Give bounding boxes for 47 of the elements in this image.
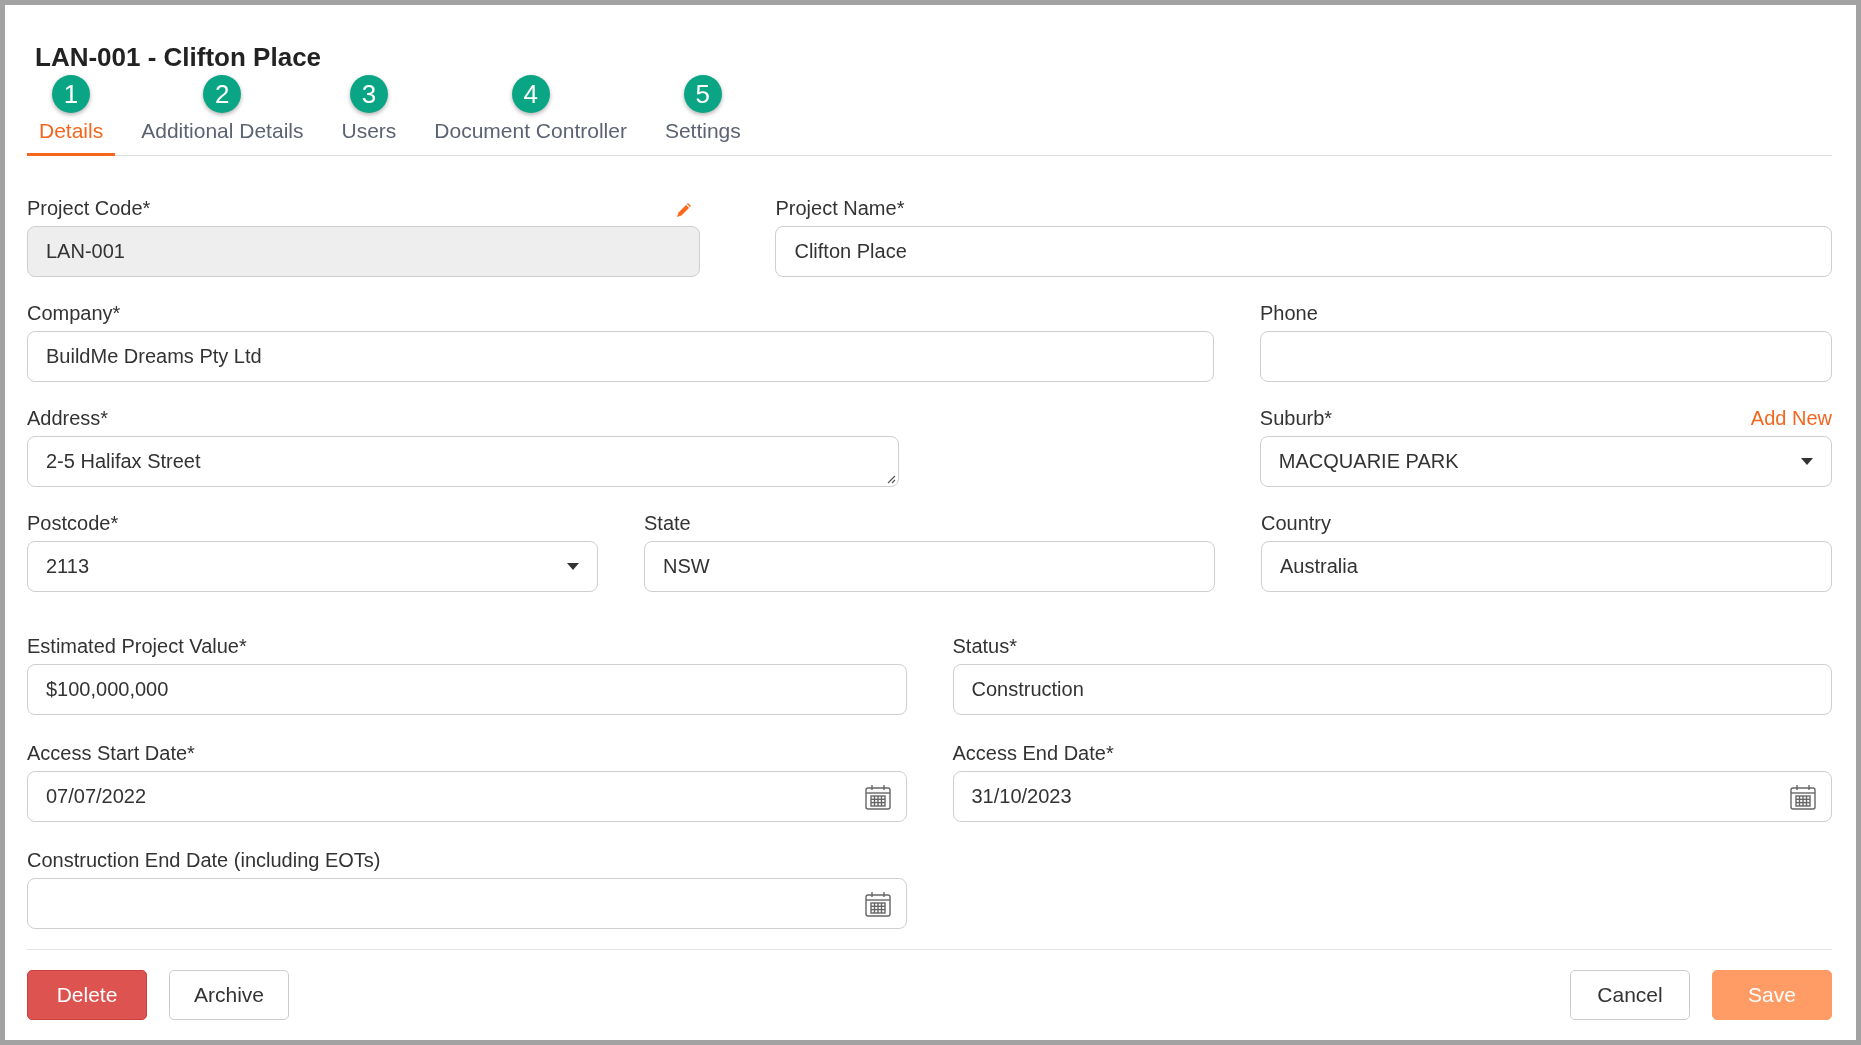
field-label: Access End Date* xyxy=(952,742,1114,765)
text-field[interactable] xyxy=(1259,331,1832,382)
calendar-icon[interactable] xyxy=(863,889,892,918)
field-label: State xyxy=(644,512,691,535)
text-field[interactable]: Clifton Place xyxy=(775,226,1832,277)
text-field[interactable]: LAN-001 xyxy=(27,226,701,277)
field-label: Country xyxy=(1261,512,1332,535)
field-label: Access Start Date* xyxy=(27,742,195,765)
resize-grip-icon[interactable] xyxy=(885,474,896,484)
tab[interactable]: 5 Settings xyxy=(652,73,753,156)
field-label: Construction End Date (including EOTs) xyxy=(27,849,381,872)
field-label: Suburb* xyxy=(1259,407,1333,430)
action-button[interactable]: Cancel xyxy=(1570,970,1690,1020)
step-number-badge: 3 xyxy=(349,75,388,113)
text-field[interactable]: NSW xyxy=(644,541,1215,592)
step-number-badge: 4 xyxy=(511,75,550,113)
text-area[interactable]: 2-5 Halifax Street xyxy=(27,436,899,487)
dropdown[interactable]: MACQUARIE PARK xyxy=(1259,436,1832,487)
text-field[interactable]: BuildMe Dreams Pty Ltd xyxy=(27,331,1214,382)
step-number-badge: 2 xyxy=(203,75,242,113)
field-label: Status* xyxy=(952,635,1017,658)
text-field[interactable]: Australia xyxy=(1261,541,1832,592)
calendar-icon[interactable] xyxy=(863,782,892,811)
page-title: LAN-001 - Clifton Place xyxy=(35,41,323,73)
caret-down-icon[interactable] xyxy=(1801,458,1813,465)
date-field[interactable] xyxy=(27,878,907,929)
field-label: Company* xyxy=(27,302,121,325)
field-label: Address* xyxy=(27,407,109,430)
tab[interactable]: 3 Users xyxy=(329,73,409,156)
field-label: Postcode* xyxy=(27,512,119,535)
calendar-icon[interactable] xyxy=(1789,782,1817,811)
step-number-badge: 5 xyxy=(683,75,722,113)
date-field[interactable]: 31/10/2023 xyxy=(952,771,1832,822)
action-button[interactable]: Delete xyxy=(27,970,147,1020)
field-label: Phone xyxy=(1259,302,1318,325)
dropdown[interactable]: 2113 xyxy=(27,541,598,592)
text-field[interactable]: $100,000,000 xyxy=(27,664,907,715)
text-field[interactable]: Construction xyxy=(952,664,1832,715)
action-button[interactable]: Archive xyxy=(169,970,289,1020)
tab[interactable]: 2 Additional Details xyxy=(129,73,316,156)
tab[interactable]: 4 Document Controller xyxy=(422,73,639,156)
step-number-badge: 1 xyxy=(52,75,91,113)
field-label: Project Name* xyxy=(775,197,905,220)
field-label: Estimated Project Value* xyxy=(27,635,247,658)
caret-down-icon[interactable] xyxy=(567,563,579,570)
date-field[interactable]: 07/07/2022 xyxy=(27,771,907,822)
field-label: Project Code* xyxy=(27,197,151,220)
